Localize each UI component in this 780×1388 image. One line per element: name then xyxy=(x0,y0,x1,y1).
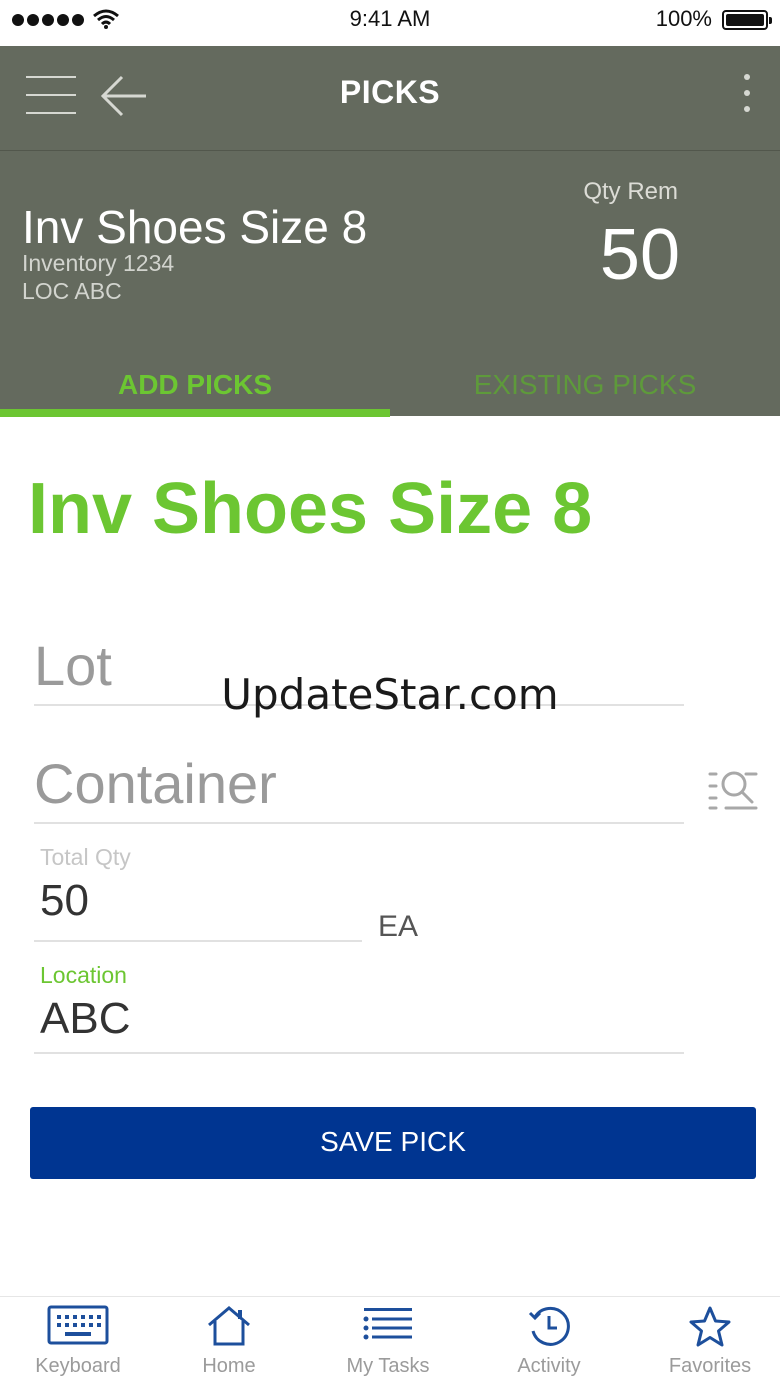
tabbar-keyboard[interactable]: Keyboard xyxy=(0,1297,156,1388)
container-field[interactable]: Container xyxy=(34,748,684,824)
battery-percent: 100% xyxy=(655,6,712,31)
star-icon xyxy=(689,1306,731,1347)
tabbar-my-tasks[interactable]: My Tasks xyxy=(310,1297,466,1388)
item-location: LOC ABC xyxy=(22,278,122,304)
tab-add-picks[interactable]: ADD PICKS xyxy=(0,356,390,417)
unit-label: EA xyxy=(378,910,419,943)
location-label: Location xyxy=(40,962,127,988)
item-name: Inv Shoes Size 8 xyxy=(22,201,368,253)
list-icon xyxy=(363,1308,412,1340)
tab-existing-picks[interactable]: EXISTING PICKS xyxy=(390,356,780,416)
tabbar-favorites-label: Favorites xyxy=(668,1355,752,1377)
bottom-tab-bar: Keyboard Home My Tasks Activity Favorite… xyxy=(0,1296,780,1388)
location-value: ABC xyxy=(40,994,131,1043)
status-bar: 9:41 AM 100% xyxy=(0,0,780,46)
header-panel: PICKS Inv Shoes Size 8 Inventory 1234 LO… xyxy=(0,46,780,417)
qty-remaining-value: 50 xyxy=(599,215,680,295)
container-placeholder: Container xyxy=(34,752,277,815)
tabbar-activity-label: Activity xyxy=(517,1355,581,1377)
save-pick-button[interactable]: SAVE PICK xyxy=(30,1107,756,1179)
tabbar-my-tasks-label: My Tasks xyxy=(346,1355,430,1377)
more-options-icon[interactable] xyxy=(744,74,752,122)
tab-bar: ADD PICKS EXISTING PICKS xyxy=(0,356,780,417)
total-qty-field[interactable]: Total Qty 50 xyxy=(34,842,362,942)
nav-bar: PICKS xyxy=(0,46,780,151)
tabbar-keyboard-label: Keyboard xyxy=(35,1355,121,1377)
tabbar-home-label: Home xyxy=(202,1355,256,1377)
item-inventory: Inventory 1234 xyxy=(22,250,175,276)
keyboard-icon xyxy=(47,1305,109,1345)
total-qty-value: 50 xyxy=(40,876,89,925)
page-title: PICKS xyxy=(339,74,441,110)
total-qty-label: Total Qty xyxy=(40,844,131,870)
tabbar-home[interactable]: Home xyxy=(151,1297,307,1388)
form-heading: Inv Shoes Size 8 xyxy=(28,469,593,549)
search-list-icon[interactable] xyxy=(706,768,758,812)
tabbar-activity[interactable]: Activity xyxy=(471,1297,627,1388)
qty-remaining-label: Qty Rem xyxy=(583,178,678,205)
battery-icon xyxy=(722,10,772,30)
location-field[interactable]: Location ABC xyxy=(34,960,684,1054)
clock-icon xyxy=(528,1306,570,1346)
tabbar-favorites[interactable]: Favorites xyxy=(632,1297,780,1388)
watermark: UpdateStar.com xyxy=(221,670,559,719)
home-icon xyxy=(208,1306,250,1346)
